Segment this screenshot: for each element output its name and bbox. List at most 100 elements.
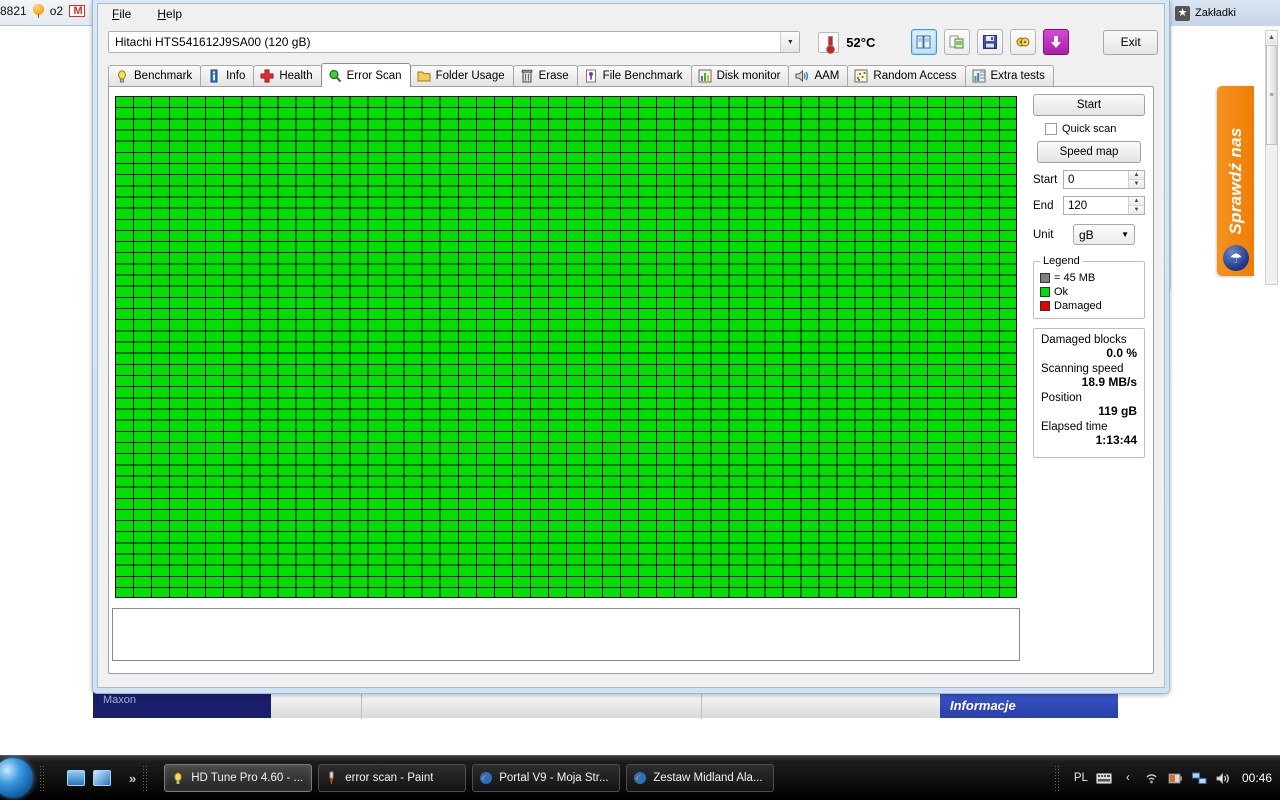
quick-scan-checkbox[interactable]: [1045, 123, 1057, 135]
file-icon: [585, 69, 596, 83]
tab-file-benchmark[interactable]: File Benchmark: [576, 65, 692, 86]
paint-icon: [329, 771, 334, 784]
scan-statistics: Damaged blocks 0.0 % Scanning speed 18.9…: [1033, 328, 1145, 458]
toolbar-buttons: [911, 29, 1070, 55]
balloon-icon[interactable]: [32, 4, 44, 18]
scrollbar-thumb[interactable]: ≡: [1266, 45, 1277, 145]
stat-value: 18.9 MB/s: [1081, 375, 1137, 389]
tab-disk-monitor[interactable]: Disk monitor: [690, 65, 790, 86]
taskbar-item-paint[interactable]: error scan - Paint: [318, 764, 467, 792]
exit-button[interactable]: Exit: [1103, 29, 1158, 55]
start-stepper[interactable]: ▲ ▼: [1128, 171, 1144, 188]
volume-icon[interactable]: [1216, 771, 1232, 786]
menu-bar: File Help: [98, 4, 1164, 24]
stepper-up-icon: ▲: [1129, 171, 1144, 180]
start-input[interactable]: 0 ▲ ▼: [1063, 170, 1145, 189]
star-icon: ★: [1175, 5, 1190, 21]
legend-item: Damaged: [1040, 300, 1139, 312]
windows-taskbar: » HD Tune Pro 4.60 - ... error scan - Pa…: [0, 755, 1280, 800]
stat-label: Position: [1041, 392, 1082, 404]
taskbar-item-hdtune[interactable]: HD Tune Pro 4.60 - ...: [164, 764, 313, 792]
stepper-down-icon: ▼: [1129, 180, 1144, 188]
magnifier-icon: [329, 69, 341, 82]
scan-block-map[interactable]: [115, 96, 1017, 598]
grid-chart-icon: [972, 69, 985, 83]
gmail-icon[interactable]: [69, 3, 86, 19]
end-stepper[interactable]: ▲ ▼: [1128, 197, 1144, 214]
save-icon[interactable]: [977, 29, 1004, 55]
legend-swatch-block-size: [1040, 273, 1050, 283]
tab-strip: Benchmark Info Health Error Scan Folder …: [108, 63, 1164, 87]
legend-label: Damaged: [1054, 300, 1102, 312]
tab-aam[interactable]: AAM: [788, 65, 849, 86]
tab-info[interactable]: Info: [200, 65, 255, 86]
windows-start-orb-icon[interactable]: [0, 758, 33, 798]
background-maxon-block: Maxon: [93, 692, 271, 718]
switch-window-icon[interactable]: [93, 770, 111, 786]
chevron-left-icon[interactable]: ‹: [1120, 771, 1136, 786]
taskbar-task-list: HD Tune Pro 4.60 - ... error scan - Pain…: [164, 764, 775, 792]
temperature-indicator: 52°C: [818, 31, 875, 54]
network-icon[interactable]: [1192, 771, 1208, 786]
settings-icon[interactable]: [1010, 29, 1037, 55]
promo-side-tab[interactable]: Sprawdź nas ☂: [1217, 86, 1254, 276]
legend-item: = 45 MB: [1040, 272, 1139, 284]
chevron-down-icon[interactable]: ▼: [780, 32, 800, 52]
start-button[interactable]: Start: [1033, 94, 1145, 116]
background-scrollbar[interactable]: ▲ ≡: [1265, 30, 1278, 285]
quick-launch-bar: »: [67, 770, 136, 786]
tray-grip[interactable]: [1053, 765, 1060, 791]
drive-select[interactable]: Hitachi HTS541612J9SA00 (120 gB) ▼: [108, 31, 801, 53]
taskbar-grip[interactable]: [142, 765, 149, 791]
taskbar-item-zestaw-midland[interactable]: Zestaw Midland Ala...: [626, 764, 775, 792]
tab-health[interactable]: Health: [253, 65, 322, 86]
bookmarks-label: Zakładki: [1195, 7, 1236, 19]
chevron-double-right-icon[interactable]: »: [129, 771, 136, 786]
tab-erase[interactable]: Erase: [512, 65, 578, 86]
tab-label: File Benchmark: [602, 70, 683, 82]
tab-extra-tests[interactable]: Extra tests: [964, 65, 1054, 86]
stat-label: Scanning speed: [1041, 363, 1124, 375]
export-document-icon[interactable]: [944, 29, 971, 55]
end-input-value: 120: [1068, 199, 1088, 212]
bookmark-o2[interactable]: o2: [50, 4, 63, 18]
tab-label: Health: [279, 70, 313, 82]
end-input[interactable]: 120 ▲ ▼: [1063, 196, 1145, 215]
red-cross-icon: [260, 69, 274, 83]
wifi-icon[interactable]: [1144, 771, 1160, 786]
unit-field-row: Unit gB ▼: [1033, 224, 1145, 245]
scan-log-box[interactable]: [112, 608, 1020, 661]
keyboard-icon[interactable]: [1095, 771, 1112, 786]
hdtune-icon: [174, 772, 182, 784]
bar-chart-icon: [698, 69, 712, 83]
tab-benchmark[interactable]: Benchmark: [108, 65, 202, 86]
taskbar-item-portal-v9[interactable]: Portal V9 - Moja Str...: [472, 764, 621, 792]
download-icon[interactable]: [1043, 29, 1070, 55]
background-info-bar: Informacje: [940, 692, 1118, 718]
taskbar-item-label: Portal V9 - Moja Str...: [499, 772, 609, 784]
battery-icon[interactable]: [1168, 771, 1184, 786]
legend-label: Ok: [1054, 286, 1069, 298]
toolbar-grip[interactable]: [39, 765, 45, 791]
scrollbar-up-arrow-icon[interactable]: ▲: [1266, 31, 1277, 44]
folder-icon: [417, 71, 431, 82]
end-field-row: End 120 ▲ ▼: [1033, 196, 1145, 215]
menu-file-label: ile: [119, 7, 132, 21]
menu-help[interactable]: Help: [155, 7, 184, 24]
tab-label: Folder Usage: [435, 70, 505, 82]
tab-folder-usage[interactable]: Folder Usage: [409, 65, 514, 86]
tab-random-access[interactable]: Random Access: [847, 65, 966, 86]
trash-icon: [521, 69, 532, 83]
tray-language[interactable]: PL: [1074, 772, 1088, 784]
taskbar-clock[interactable]: 00:46: [1242, 771, 1272, 785]
menu-file[interactable]: File: [110, 7, 133, 24]
speed-map-button[interactable]: Speed map: [1037, 141, 1141, 163]
bookmark-8821[interactable]: 8821: [0, 4, 27, 18]
tab-error-scan[interactable]: Error Scan: [320, 63, 411, 87]
quick-scan-row[interactable]: Quick scan: [1045, 123, 1145, 135]
copy-report-icon[interactable]: [911, 29, 938, 55]
legend-box: Legend = 45 MB Ok Damaged: [1033, 255, 1145, 319]
show-desktop-icon[interactable]: [67, 770, 85, 786]
stat-label: Damaged blocks: [1041, 334, 1127, 346]
unit-select[interactable]: gB ▼: [1073, 224, 1135, 245]
